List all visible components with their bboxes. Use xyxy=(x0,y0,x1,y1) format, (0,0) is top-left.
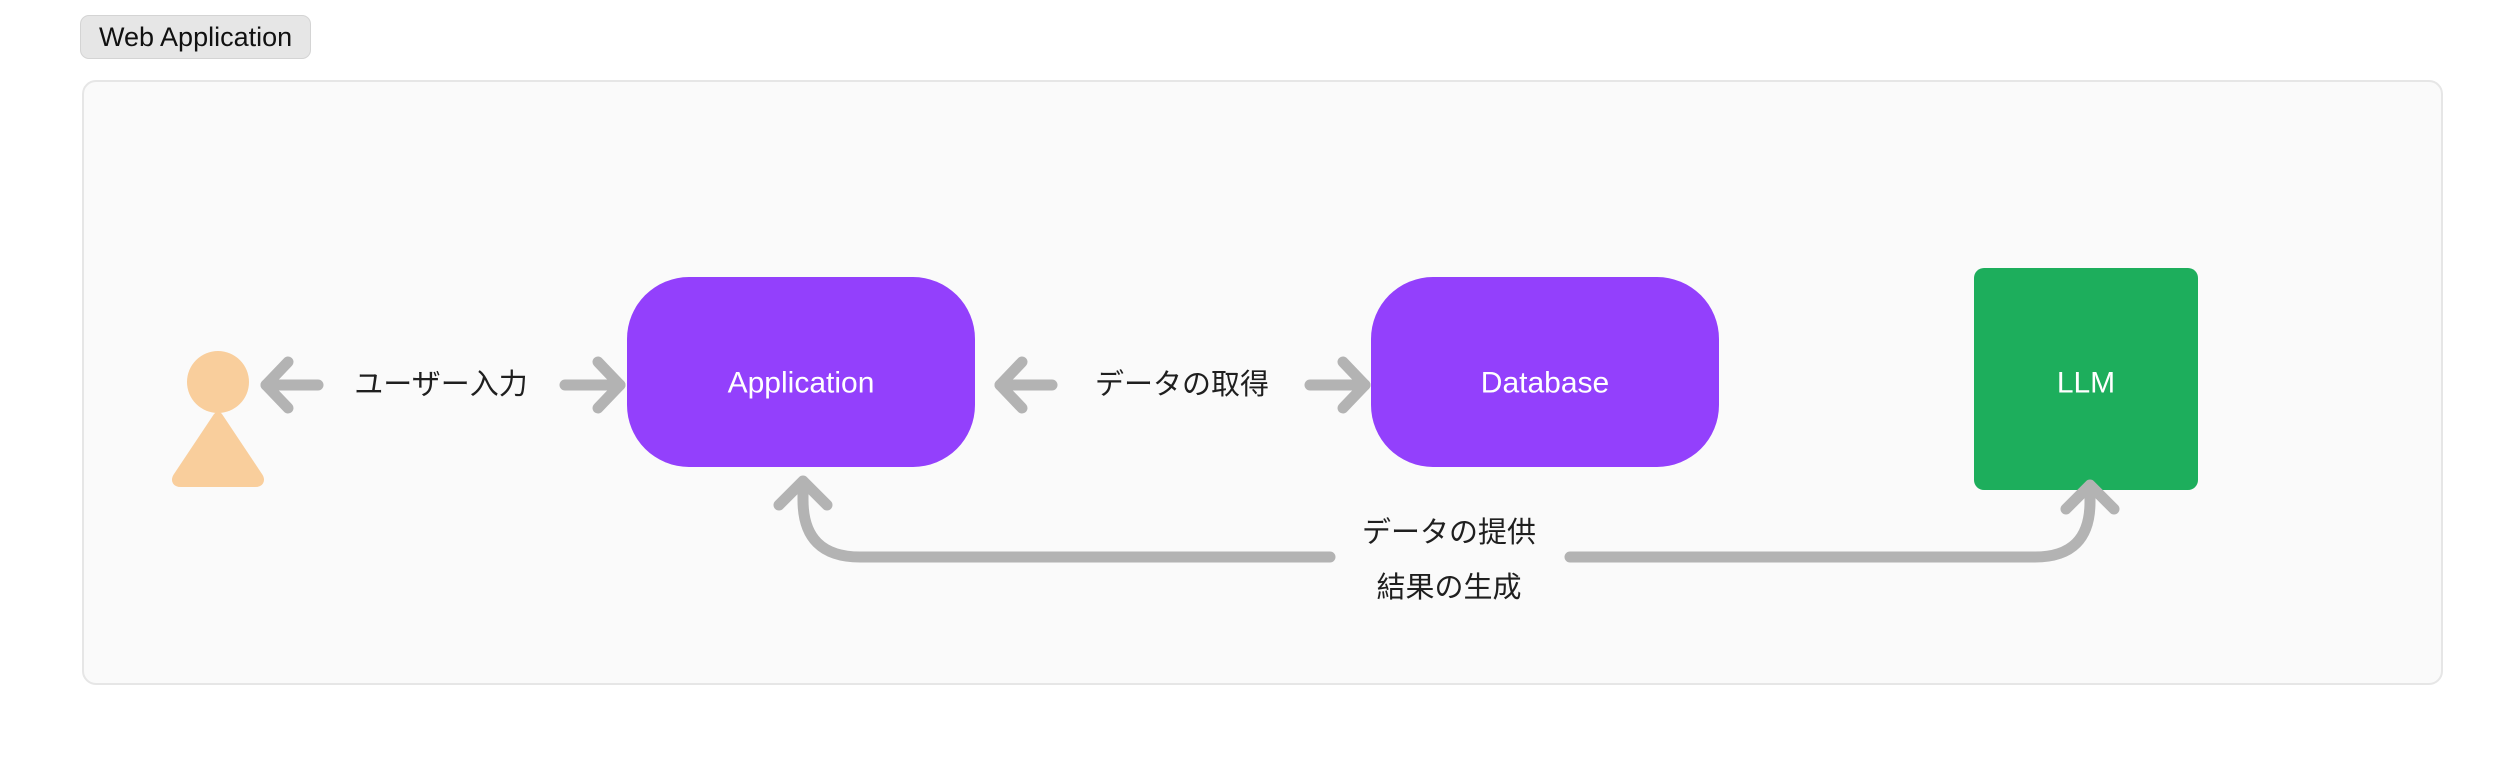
edge-llm-application-path xyxy=(797,476,1336,563)
edge-label-result-generate: 結果の生成 xyxy=(1376,571,1521,604)
node-llm[interactable]: LLM xyxy=(1974,268,2198,490)
edge-label-data-provide: データの提供 xyxy=(1362,516,1536,549)
node-application[interactable]: Application xyxy=(627,277,975,467)
edge-label-user-input: ユーザー入力 xyxy=(354,368,527,401)
node-user[interactable] xyxy=(172,351,264,487)
edge-application-llm-path xyxy=(1564,480,2096,563)
node-application-label: Application xyxy=(728,367,875,400)
edge-label-data-fetch: データの取得 xyxy=(1095,368,1269,401)
edge-user-application: ユーザー入力 xyxy=(260,356,626,414)
edge-llm-application: データの提供 xyxy=(773,475,1536,563)
group-label-chip[interactable]: Web Application xyxy=(80,15,312,59)
architecture-diagram: ユーザー入力 Application データの取得 Database LLM デ… xyxy=(172,268,2198,604)
node-database-label: Database xyxy=(1481,367,1609,400)
edge-application-database: データの取得 xyxy=(994,356,1371,414)
node-database[interactable]: Database xyxy=(1371,277,1719,467)
user-head-icon xyxy=(187,351,249,413)
node-llm-label: LLM xyxy=(2057,367,2115,400)
group-label-text: Web Application xyxy=(99,21,293,52)
user-body-icon xyxy=(172,412,264,487)
